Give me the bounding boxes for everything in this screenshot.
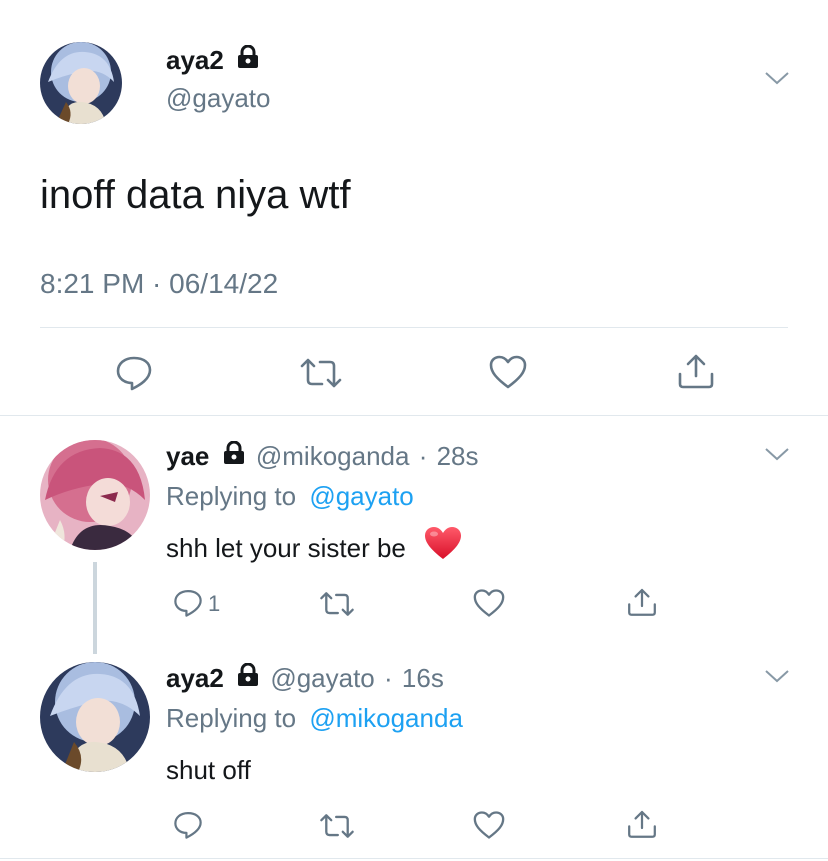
divider xyxy=(0,415,828,416)
reply-time[interactable]: 16s xyxy=(402,663,444,693)
time-separator: · xyxy=(418,441,428,471)
chevron-down-icon[interactable] xyxy=(764,668,790,689)
replying-to-line: Replying to @gayato xyxy=(166,480,414,512)
replying-to-link[interactable]: @gayato xyxy=(309,481,413,511)
share-icon[interactable] xyxy=(626,586,658,623)
divider xyxy=(0,858,828,859)
reply-time[interactable]: 28s xyxy=(437,441,479,471)
main-tweet-handle[interactable]: @gayato xyxy=(166,82,270,114)
reply-avatar[interactable] xyxy=(40,662,150,772)
reply-display-name[interactable]: aya2 xyxy=(166,663,224,693)
main-tweet-text: inoff data niya wtf xyxy=(40,173,351,217)
share-icon[interactable] xyxy=(676,352,716,395)
like-heart-icon[interactable] xyxy=(472,810,506,845)
like-heart-icon[interactable] xyxy=(488,354,528,395)
thread-line xyxy=(93,562,97,654)
lock-icon xyxy=(223,440,245,472)
main-tweet-timestamp[interactable]: 8:21 PM · 06/14/22 xyxy=(40,266,278,302)
main-tweet-display-name[interactable]: aya2 xyxy=(166,45,224,75)
reply-icon[interactable] xyxy=(172,588,204,623)
retweet-icon[interactable] xyxy=(318,590,356,623)
reply-icon[interactable] xyxy=(172,810,204,845)
reply-display-name[interactable]: yae xyxy=(166,441,209,471)
lock-icon xyxy=(237,44,259,76)
reply-handle[interactable]: @mikoganda xyxy=(256,441,410,471)
time-separator: · xyxy=(384,663,393,693)
chevron-down-icon[interactable] xyxy=(764,446,790,467)
retweet-icon[interactable] xyxy=(298,356,344,395)
retweet-icon[interactable] xyxy=(318,812,356,845)
reply-avatar[interactable] xyxy=(40,440,150,550)
reply-handle[interactable]: @gayato xyxy=(270,663,374,693)
replying-to-label: Replying to xyxy=(166,481,297,511)
chevron-down-icon[interactable] xyxy=(764,70,790,91)
main-tweet-avatar[interactable] xyxy=(40,42,122,124)
reply-text: shut off xyxy=(166,755,251,785)
reply-count: 1 xyxy=(208,591,221,616)
lock-icon xyxy=(237,662,259,694)
replying-to-label: Replying to xyxy=(166,703,297,733)
divider xyxy=(40,327,788,328)
heart-emoji xyxy=(423,525,463,570)
share-icon[interactable] xyxy=(626,808,658,845)
like-heart-icon[interactable] xyxy=(472,588,506,623)
reply-icon[interactable] xyxy=(114,354,154,397)
replying-to-line: Replying to @mikoganda xyxy=(166,702,463,734)
replying-to-link[interactable]: @mikoganda xyxy=(309,703,463,733)
reply-text: shh let your sister be xyxy=(166,533,406,563)
